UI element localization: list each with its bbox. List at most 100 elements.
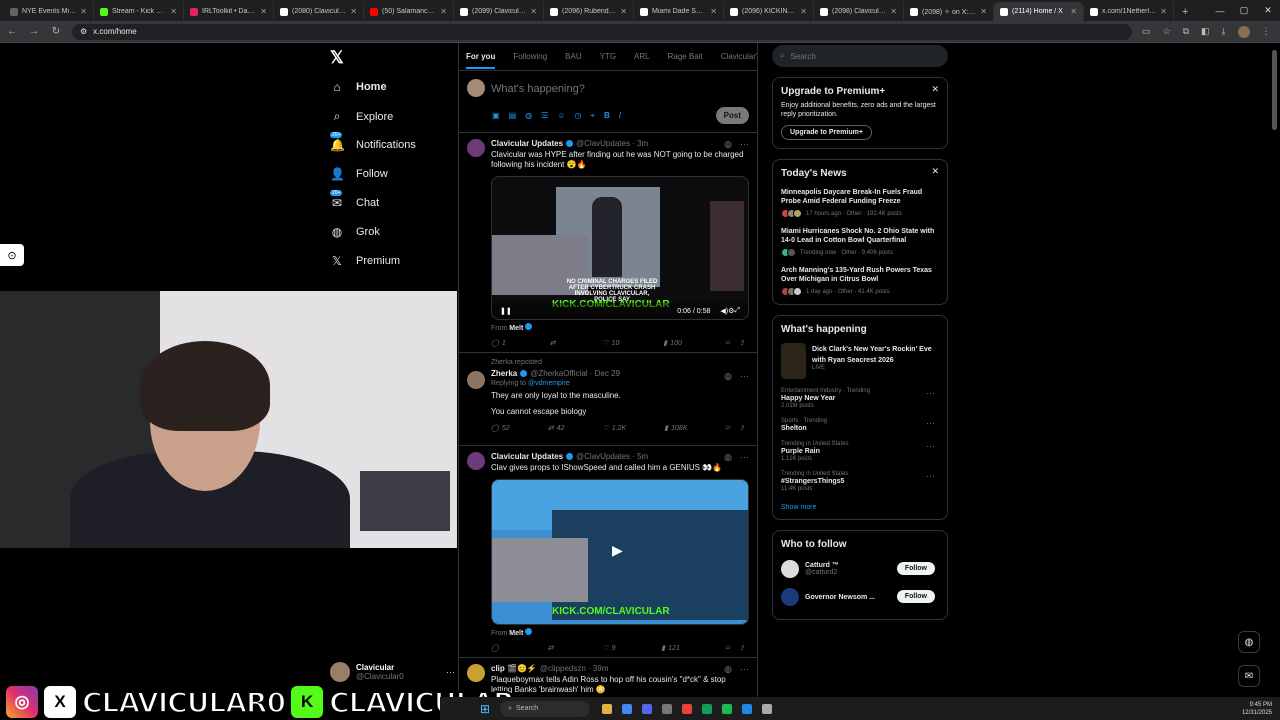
tab-close-icon[interactable]: ✕ bbox=[710, 7, 717, 16]
follow-suggestion[interactable]: Governor Newsom ... Follow bbox=[781, 588, 939, 606]
like-button[interactable]: ♡ 9 bbox=[602, 644, 615, 653]
image-icon[interactable]: ▣ bbox=[492, 111, 500, 121]
bookmark-star-icon[interactable]: ☆ bbox=[1163, 26, 1171, 38]
avatar[interactable] bbox=[467, 664, 485, 682]
bookmark-icon[interactable]: ⌑ bbox=[726, 339, 730, 347]
share-icon[interactable]: ⇪ bbox=[739, 424, 745, 432]
browser-tab[interactable]: (2096) Rubendener✕ bbox=[544, 2, 634, 21]
author-handle[interactable]: @ZherkaOfficial · Dec 29 bbox=[530, 369, 620, 378]
more-icon[interactable]: ··· bbox=[926, 418, 935, 428]
sidepanel-icon[interactable]: ◧ bbox=[1201, 26, 1210, 38]
browser-tab[interactable]: (2096) KICKINKLIPS✕ bbox=[724, 2, 814, 21]
close-window-icon[interactable]: ✕ bbox=[1256, 5, 1280, 16]
browser-tab[interactable]: (2114) Home / X ✕ bbox=[994, 2, 1084, 21]
grok-icon[interactable]: ◍ bbox=[525, 111, 532, 121]
repost-button[interactable]: ⇄ bbox=[550, 339, 559, 347]
grok-icon[interactable]: ◍ bbox=[724, 452, 732, 463]
nav-item-notifications[interactable]: 🔔 20+ Notifications bbox=[330, 132, 416, 152]
author-name[interactable]: Zherka bbox=[491, 369, 517, 378]
more-icon[interactable]: ··· bbox=[740, 371, 749, 382]
poll-icon[interactable]: ☰ bbox=[541, 111, 548, 121]
more-icon[interactable]: ··· bbox=[740, 664, 749, 675]
follow-button[interactable]: Follow bbox=[896, 562, 935, 575]
app-icon[interactable] bbox=[762, 703, 773, 714]
post-button[interactable]: Post bbox=[715, 107, 749, 124]
more-icon[interactable]: ··· bbox=[740, 452, 749, 463]
share-icon[interactable]: ⇪ bbox=[739, 644, 745, 652]
scrollbar[interactable] bbox=[1272, 50, 1277, 130]
trend-item[interactable]: Entertainment Industry · Trending Happy N… bbox=[781, 388, 939, 409]
follow-button[interactable]: Follow bbox=[896, 590, 935, 603]
trend-item[interactable]: Trending in United States #StrangersThing… bbox=[781, 471, 939, 492]
author-name[interactable]: clip 🎬😊⚡ bbox=[491, 664, 537, 673]
trend-item[interactable]: Sports · Trending Shelton ··· bbox=[781, 418, 939, 432]
tweet-video[interactable]: ▶ KICK.COM/CLAVICULAR bbox=[491, 479, 749, 625]
tab-close-icon[interactable]: ✕ bbox=[1070, 7, 1077, 16]
tab-close-icon[interactable]: ✕ bbox=[440, 7, 447, 16]
bookmark-icon[interactable]: ⌑ bbox=[726, 644, 730, 652]
app-icon[interactable] bbox=[662, 703, 673, 714]
file-explorer-icon[interactable] bbox=[602, 703, 613, 714]
chrome-icon[interactable] bbox=[622, 703, 633, 714]
account-switcher[interactable]: Clavicular @Clavicular0 ··· bbox=[330, 662, 455, 682]
browser-tab[interactable]: (2098) Clavicular's C✕ bbox=[814, 2, 904, 21]
author-name[interactable]: Clavicular Updates bbox=[491, 452, 563, 461]
reply-button[interactable]: ◯ bbox=[491, 644, 502, 652]
forward-icon[interactable]: → bbox=[28, 26, 40, 37]
grok-float-icon[interactable]: ◍ bbox=[1238, 631, 1260, 653]
tab-close-icon[interactable]: ✕ bbox=[170, 7, 177, 16]
tab-close-icon[interactable]: ✕ bbox=[980, 7, 987, 16]
tweet-video[interactable]: NO CRIMINAL CHARGES FILED AFTER CYBERTRU… bbox=[491, 176, 749, 320]
browser-tab[interactable]: (2080) Clavicular's C✕ bbox=[274, 2, 364, 21]
avatar[interactable] bbox=[467, 139, 485, 157]
reload-icon[interactable]: ↻ bbox=[50, 26, 62, 37]
app-icon[interactable] bbox=[682, 703, 693, 714]
author-name[interactable]: Clavicular Updates bbox=[491, 139, 563, 148]
reply-button[interactable]: ◯ 1 bbox=[491, 339, 506, 348]
gif-icon[interactable]: ▤ bbox=[509, 111, 517, 121]
browser-tab[interactable]: (2098) ✧ on X: "Cul ✕ bbox=[904, 2, 994, 21]
upgrade-premium-button[interactable]: Upgrade to Premium+ bbox=[781, 125, 872, 140]
like-button[interactable]: ♡ 10 bbox=[602, 339, 619, 348]
nav-item-premium[interactable]: 𝕏 Premium bbox=[330, 254, 400, 268]
site-info-icon[interactable]: ⚙ bbox=[80, 27, 87, 36]
feed-tab[interactable]: For you bbox=[466, 52, 496, 69]
tab-close-icon[interactable]: ✕ bbox=[1160, 7, 1167, 16]
browser-tab[interactable]: IRLToolkit • Dashbo ✕ bbox=[184, 2, 274, 21]
feed-tab[interactable]: Clavicular's Clan bbox=[721, 52, 757, 61]
tweet[interactable]: Zherka reposted Zherka @ZherkaOfficial ·… bbox=[459, 353, 757, 446]
close-icon[interactable]: ✕ bbox=[931, 166, 939, 177]
repost-button[interactable]: ⇄ 42 bbox=[548, 424, 565, 433]
author-handle[interactable]: @ClavUpdates · 5m bbox=[576, 452, 648, 461]
follow-suggestion[interactable]: Catturd ™ @catturd2 Follow bbox=[781, 560, 939, 578]
search-input[interactable]: ⌕ Search bbox=[772, 45, 948, 67]
grok-icon[interactable]: ◍ bbox=[724, 139, 732, 150]
taskbar-search[interactable]: ⌕ Search bbox=[500, 700, 591, 717]
browser-tab[interactable]: (2099) Clavicular's C✕ bbox=[454, 2, 544, 21]
replying-to-link[interactable]: @vdmempire bbox=[528, 380, 570, 387]
messages-float-icon[interactable]: ✉ bbox=[1238, 665, 1260, 687]
location-icon[interactable]: ⌖ bbox=[590, 111, 595, 121]
browser-tab[interactable]: (50) Salamanca Cru ✕ bbox=[364, 2, 454, 21]
maximize-icon[interactable]: ▢ bbox=[1232, 5, 1256, 16]
new-tab-icon[interactable]: + bbox=[1174, 2, 1196, 21]
profile-avatar[interactable] bbox=[1237, 25, 1250, 38]
more-icon[interactable]: ··· bbox=[740, 139, 749, 150]
browser-tab[interactable]: Stream - Kick Dashb ✕ bbox=[94, 2, 184, 21]
tab-close-icon[interactable]: ✕ bbox=[620, 7, 627, 16]
nav-item-home[interactable]: ⌂ Home bbox=[330, 80, 386, 94]
tweet[interactable]: Clavicular Updates @ClavUpdates · 3m ◍ ··… bbox=[459, 133, 757, 353]
back-icon[interactable]: ← bbox=[6, 26, 18, 37]
nav-item-explore[interactable]: ⌕ Explore bbox=[330, 109, 394, 124]
bold-icon[interactable]: B bbox=[604, 111, 610, 121]
more-icon[interactable]: ··· bbox=[926, 471, 935, 481]
grok-icon[interactable]: ◍ bbox=[724, 664, 732, 675]
close-icon[interactable]: ✕ bbox=[931, 84, 939, 95]
browser-tab[interactable]: Miami Dade Sheriff ✕ bbox=[634, 2, 724, 21]
feed-tab[interactable]: ARL bbox=[634, 52, 650, 61]
more-icon[interactable]: ··· bbox=[926, 388, 935, 398]
tab-close-icon[interactable]: ✕ bbox=[800, 7, 807, 16]
feed-tab[interactable]: Following bbox=[513, 52, 547, 61]
nav-item-chat[interactable]: ✉ 20+ Chat bbox=[330, 190, 379, 210]
app-icon[interactable] bbox=[702, 703, 713, 714]
